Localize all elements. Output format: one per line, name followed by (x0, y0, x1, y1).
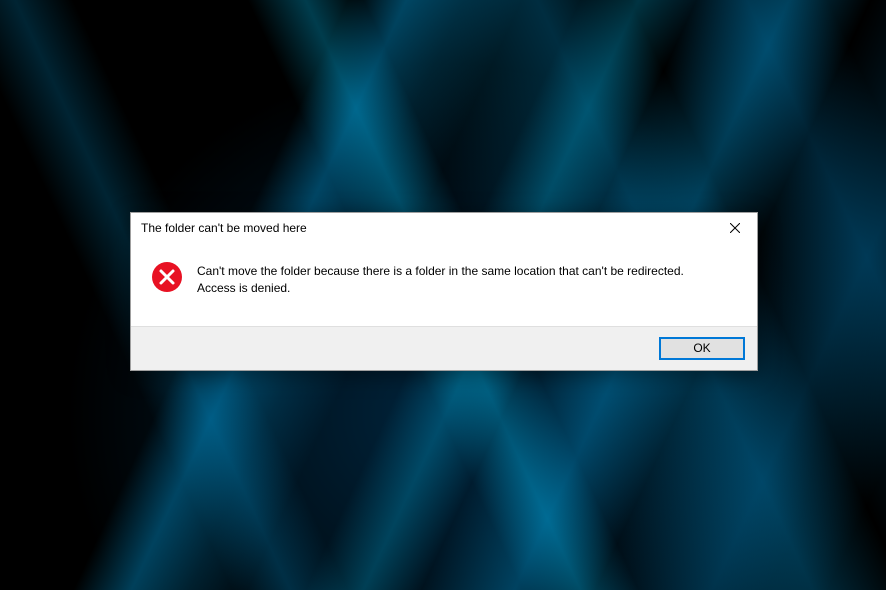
dialog-message-line2: Access is denied. (197, 281, 290, 295)
dialog-message-line1: Can't move the folder because there is a… (197, 264, 684, 278)
dialog-footer: OK (131, 326, 757, 370)
error-icon (151, 261, 183, 293)
close-icon (730, 223, 740, 233)
dialog-title: The folder can't be moved here (141, 221, 307, 235)
dialog-titlebar[interactable]: The folder can't be moved here (131, 213, 757, 243)
dialog-body: Can't move the folder because there is a… (131, 243, 757, 326)
ok-button[interactable]: OK (659, 337, 745, 360)
close-button[interactable] (712, 213, 757, 243)
error-dialog: The folder can't be moved here Can't mov… (130, 212, 758, 371)
dialog-message: Can't move the folder because there is a… (197, 261, 684, 298)
